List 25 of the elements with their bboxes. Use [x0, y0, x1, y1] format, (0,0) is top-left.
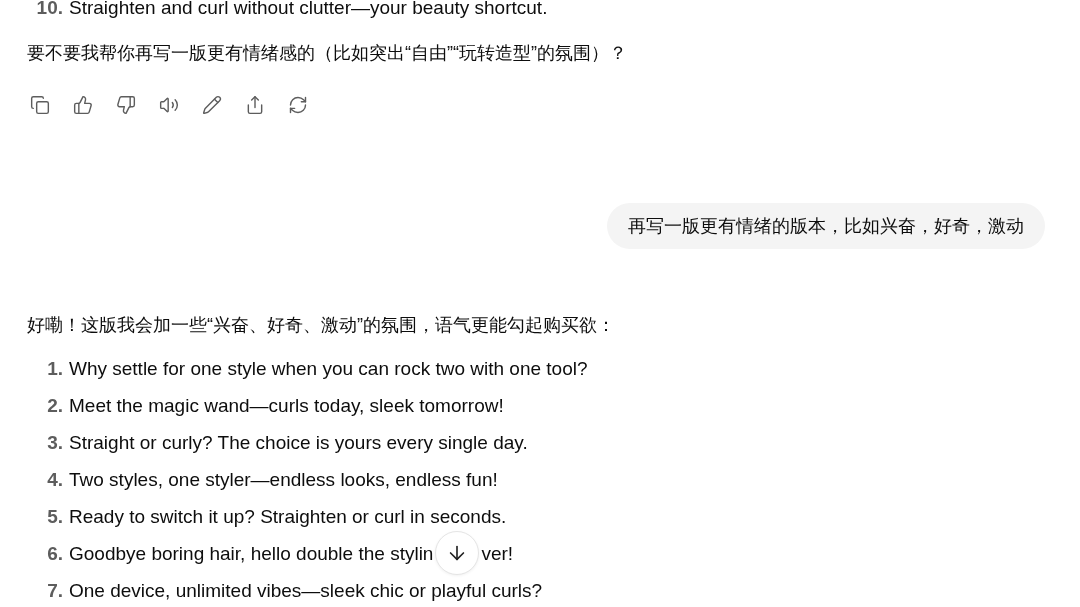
- list-number: 4.: [46, 468, 64, 491]
- pencil-icon[interactable]: [200, 93, 224, 117]
- list-number: 6.: [46, 542, 64, 565]
- list-item-text: Straight or curly? The choice is yours every single day.: [69, 431, 528, 454]
- list-number: 1.: [46, 357, 64, 380]
- list-item-text: ver!: [481, 542, 514, 565]
- thumbs-up-icon[interactable]: [71, 93, 95, 117]
- list-item-text: Meet the magic wand—curls today, sleek tomorrow!: [69, 394, 504, 417]
- list-number: 7.: [46, 579, 64, 602]
- assistant-message: 好嘞！这版我会加一些“兴奋、好奇、激动”的氛围，语气更能勾起购买欲：: [27, 314, 616, 337]
- scroll-down-button[interactable]: [435, 531, 480, 575]
- list-item-text: Goodbye boring hair, hello double the stylin: [69, 542, 434, 565]
- list-number: 3.: [46, 431, 64, 454]
- assistant-message: 要不要我帮你再写一版更有情绪感的（比如突出“自由”“玩转造型”的氛围）？: [27, 42, 628, 65]
- list-item-text: Ready to switch it up? Straighten or curl in seconds.: [69, 505, 507, 528]
- list-item-text: Two styles, one styler—endless looks, endless fun!: [69, 468, 498, 491]
- list-number: 5.: [46, 505, 64, 528]
- copy-icon[interactable]: [28, 93, 52, 117]
- user-message-bubble: 再写一版更有情绪的版本，比如兴奋，好奇，激动: [607, 203, 1045, 249]
- thumbs-down-icon[interactable]: [114, 93, 138, 117]
- list-item-text: One device, unlimited vibes—sleek chic or playful curls?: [69, 579, 543, 602]
- list-number: 10.: [35, 0, 64, 19]
- list-number: 2.: [46, 394, 64, 417]
- list-item-text: Straighten and curl without clutter—your beauty shortcut.: [69, 0, 548, 19]
- list-item-text: Why settle for one style when you can rock two with one tool?: [69, 357, 588, 380]
